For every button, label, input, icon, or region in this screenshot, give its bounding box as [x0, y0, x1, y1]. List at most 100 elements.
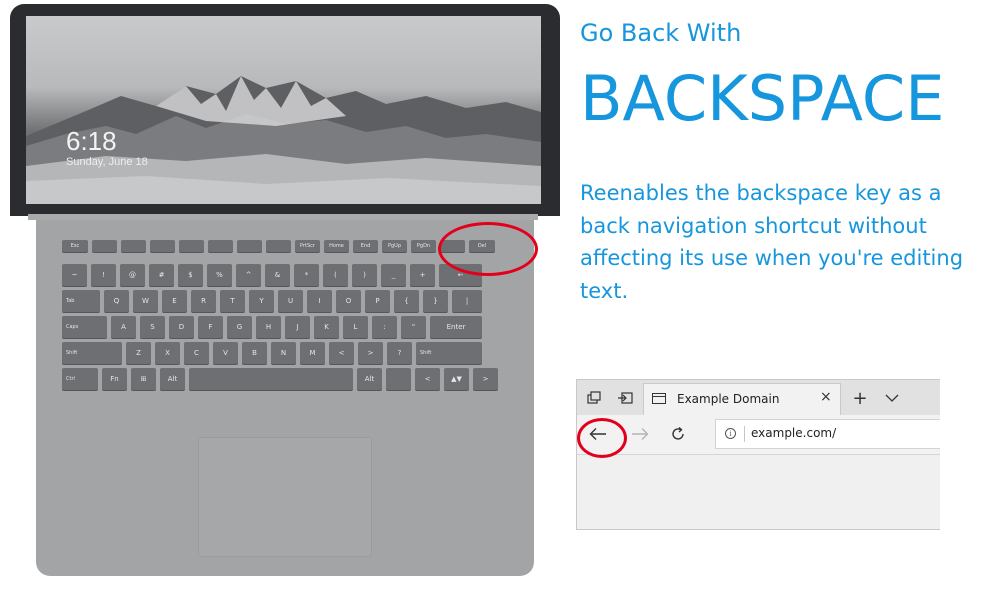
key-l: L [343, 316, 368, 338]
keyboard-number-row: ~ ! @ # $ % ^ & * ( ) _ + ← [62, 264, 482, 286]
key-b: B [242, 342, 267, 364]
new-tab-icon[interactable]: + [850, 388, 870, 409]
key-windows: ⊞ [131, 368, 156, 390]
key-9: ( [323, 264, 348, 286]
key-tab: Tab [62, 290, 100, 312]
address-bar[interactable]: i example.com/ [715, 419, 940, 449]
key-v: V [213, 342, 238, 364]
trackpad [198, 437, 372, 557]
key-2: @ [120, 264, 145, 286]
info-icon[interactable]: i [725, 428, 736, 439]
key-bracket-right: } [423, 290, 448, 312]
key-minus: _ [381, 264, 406, 286]
browser-page-content [577, 455, 940, 529]
key-5: % [207, 264, 232, 286]
key-n: N [271, 342, 296, 364]
address-text: example.com/ [751, 426, 837, 440]
key-g: G [227, 316, 252, 338]
key-backslash: | [452, 290, 482, 312]
key-period: > [358, 342, 383, 364]
key-ctrl: Ctrl [62, 368, 98, 390]
set-aside-tabs-icon[interactable] [615, 388, 635, 408]
key-1: ! [91, 264, 116, 286]
key-f4 [179, 240, 204, 252]
key-esc: Esc [62, 240, 88, 252]
key-z: Z [126, 342, 151, 364]
key-pgdn: PgDn [411, 240, 436, 252]
key-prtscr: PrtScr [295, 240, 320, 252]
key-j: J [285, 316, 310, 338]
key-t: T [220, 290, 245, 312]
key-shift-right: Shift [416, 342, 482, 364]
key-fn: Fn [102, 368, 127, 390]
key-comma: < [329, 342, 354, 364]
highlight-ring-back [577, 418, 627, 458]
key-q: Q [104, 290, 129, 312]
key-tilde: ~ [62, 264, 87, 286]
key-o: O [336, 290, 361, 312]
key-r: R [191, 290, 216, 312]
key-semicolon: : [372, 316, 397, 338]
browser-window: Example Domain × + i example.com/ [576, 379, 940, 530]
key-3: # [149, 264, 174, 286]
key-6: ^ [236, 264, 261, 286]
address-separator [744, 426, 745, 442]
key-h: H [256, 316, 281, 338]
key-quote: " [401, 316, 426, 338]
key-s: S [140, 316, 165, 338]
browser-nav-bar: i example.com/ [577, 415, 940, 455]
key-menu [386, 368, 411, 390]
browser-tab-bar: Example Domain × + [577, 380, 940, 415]
lock-screen-date: Sunday, June 18 [66, 156, 148, 168]
key-pgup: PgUp [382, 240, 407, 252]
subtitle: Go Back With [580, 19, 742, 47]
keyboard-z-row: Shift Z X C V B N M < > ? Shift [62, 342, 482, 364]
key-alt-left: Alt [160, 368, 185, 390]
page-title: BACKSPACE [580, 62, 945, 135]
key-caps: Caps [62, 316, 107, 338]
key-m: M [300, 342, 325, 364]
key-8: * [294, 264, 319, 286]
key-end: End [353, 240, 378, 252]
key-4: $ [178, 264, 203, 286]
key-c: C [184, 342, 209, 364]
tab-title: Example Domain [677, 392, 780, 406]
description: Reenables the backspace key as a back na… [580, 181, 964, 303]
key-0: ) [352, 264, 377, 286]
highlight-ring-key [438, 222, 538, 276]
refresh-icon[interactable] [665, 421, 691, 447]
keyboard: Esc PrtScr Home End PgUp PgDn Del ~ ! @ … [62, 240, 514, 410]
mountain-landscape [26, 76, 541, 204]
key-arrow-up-down: ▲▼ [444, 368, 469, 390]
key-arrow-right: > [473, 368, 498, 390]
key-bracket-left: { [394, 290, 419, 312]
key-f5 [208, 240, 233, 252]
laptop-lid: 6:18 Sunday, June 18 [10, 4, 560, 216]
keyboard-a-row: Caps A S D F G H J K L : " Enter [62, 316, 482, 338]
key-f: F [198, 316, 223, 338]
key-a: A [111, 316, 136, 338]
key-enter: Enter [430, 316, 482, 338]
tab-example-domain[interactable]: Example Domain × [643, 383, 841, 415]
forward-icon[interactable] [627, 421, 653, 447]
lock-screen-time: 6:18 [66, 126, 117, 156]
keyboard-fn-row: Esc PrtScr Home End PgUp PgDn Del [62, 240, 495, 252]
key-e: E [162, 290, 187, 312]
keyboard-q-row: Tab Q W E R T Y U I O P { } | [62, 290, 482, 312]
key-f3 [150, 240, 175, 252]
keyboard-bottom-row: Ctrl Fn ⊞ Alt Alt < ▲▼ > [62, 368, 498, 390]
key-f6 [237, 240, 262, 252]
chevron-down-icon[interactable] [882, 388, 902, 408]
close-icon[interactable]: × [820, 389, 832, 405]
key-x: X [155, 342, 180, 364]
key-f1 [92, 240, 117, 252]
key-p: P [365, 290, 390, 312]
key-i: I [307, 290, 332, 312]
key-w: W [133, 290, 158, 312]
key-k: K [314, 316, 339, 338]
key-7: & [265, 264, 290, 286]
key-y: Y [249, 290, 274, 312]
key-home: Home [324, 240, 349, 252]
laptop-screen: 6:18 Sunday, June 18 [26, 16, 541, 204]
tab-preview-icon[interactable] [584, 388, 604, 408]
